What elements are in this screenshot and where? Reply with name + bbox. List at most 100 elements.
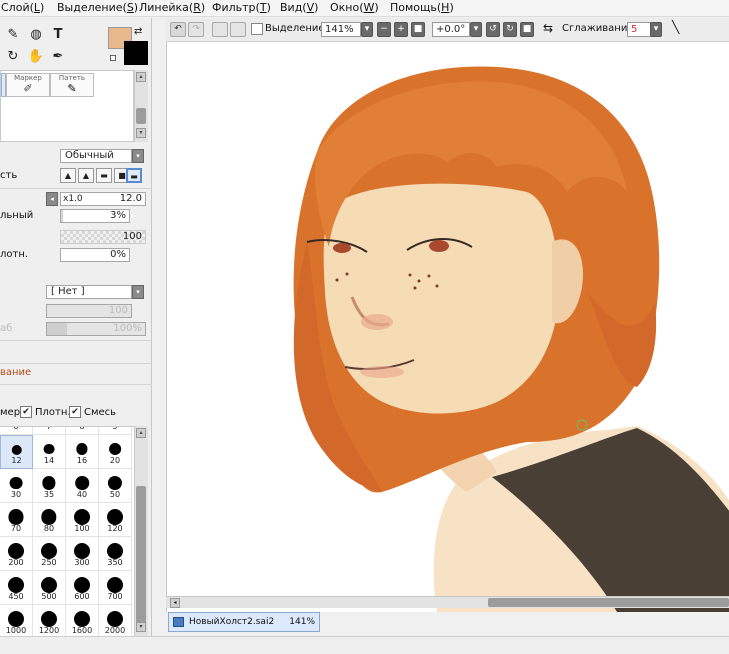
zoom-in-button[interactable]: + <box>394 22 408 37</box>
zoom-dropdown-icon[interactable]: ▾ <box>361 22 373 37</box>
rotate-view-icon[interactable]: ↻ <box>4 48 22 66</box>
undo-icon[interactable]: ↶ <box>170 22 186 37</box>
shape-soft-button[interactable]: ▬ <box>96 168 112 183</box>
brush-size-16[interactable]: 16 <box>66 435 99 469</box>
brush-size-250[interactable]: 250 <box>33 537 66 571</box>
rotation-dropdown-icon[interactable]: ▾ <box>470 22 482 37</box>
scroll-down-icon[interactable]: ▾ <box>136 622 146 632</box>
rotate-reset-button[interactable]: ■ <box>520 22 534 37</box>
advanced-settings-label[interactable]: вание <box>0 367 31 378</box>
brush-size-50[interactable]: 50 <box>99 469 132 503</box>
zoom-reset-button[interactable]: ■ <box>411 22 425 37</box>
rotation-field[interactable]: +0.0° <box>432 22 470 37</box>
texture-strength-slider[interactable]: 100 <box>46 304 132 318</box>
brush-size-label: 8 <box>79 426 85 431</box>
brush-size-300[interactable]: 300 <box>66 537 99 571</box>
brush-size-35[interactable]: 35 <box>33 469 66 503</box>
swap-colors-icon[interactable]: ⇄ <box>134 26 142 37</box>
menu-bar: Слой(L) Выделение(S) Линейка(R) Фильтр(T… <box>0 0 729 17</box>
menu-ruler[interactable]: Линейка(R) <box>139 1 205 14</box>
drawing-canvas[interactable] <box>166 42 729 612</box>
brush-size-20[interactable]: 20 <box>99 435 132 469</box>
brush-size-1200[interactable]: 1200 <box>33 605 66 636</box>
menu-view[interactable]: Вид(V) <box>280 1 318 14</box>
brush-size-30[interactable]: 30 <box>0 469 33 503</box>
rotate-cw-icon[interactable]: ↻ <box>503 22 517 37</box>
smoothing-dropdown-icon[interactable]: ▾ <box>650 22 662 37</box>
scroll-up-icon[interactable]: ▴ <box>136 428 146 438</box>
shape-hard-button[interactable]: ▲ <box>60 168 76 183</box>
texture-select[interactable]: [ Нет ] <box>46 285 132 299</box>
brush-size-8[interactable]: 8 <box>66 426 99 435</box>
pen-pressure-icon[interactable]: ╲ <box>672 20 679 34</box>
smoothing-label: Сглаживание <box>562 23 634 34</box>
zoom-out-button[interactable]: − <box>377 22 391 37</box>
text-tool-icon[interactable]: T <box>49 26 67 44</box>
menu-window[interactable]: Окно(W) <box>330 1 379 14</box>
brush-size-450[interactable]: 450 <box>0 571 33 605</box>
bucket-icon[interactable]: ◍ <box>27 26 45 44</box>
rotate-ccw-icon[interactable]: ↺ <box>486 22 500 37</box>
menu-layer[interactable]: Слой(L) <box>1 1 44 14</box>
sub-color-swatch[interactable] <box>124 41 148 65</box>
brush-size-14[interactable]: 14 <box>33 435 66 469</box>
brush-size-500[interactable]: 500 <box>33 571 66 605</box>
texture-dropdown-icon[interactable]: ▾ <box>132 285 144 299</box>
menu-filter[interactable]: Фильтр(T) <box>212 1 271 14</box>
reset-colors-icon[interactable] <box>110 55 116 61</box>
blend-mode-dropdown-icon[interactable]: ▾ <box>132 149 144 163</box>
brush-size-2000[interactable]: 2000 <box>99 605 132 636</box>
brush-size-200[interactable]: 200 <box>0 537 33 571</box>
invert-selection-button[interactable] <box>230 22 246 37</box>
scroll-thumb[interactable] <box>136 108 146 124</box>
brush-size-100[interactable]: 100 <box>66 503 99 537</box>
brush-size-8[interactable]: 8 <box>0 427 33 435</box>
brush-slot-pencil[interactable]: Патеть ✎ <box>50 73 94 97</box>
scroll-down-icon[interactable]: ▾ <box>136 128 146 138</box>
scroll-thumb[interactable] <box>136 486 146 626</box>
selection-checkbox[interactable] <box>251 23 263 35</box>
texture-scale-slider[interactable]: 100% <box>46 322 146 336</box>
brush-size-1000[interactable]: 1000 <box>0 605 33 636</box>
brush-slot-marker[interactable]: Маркер ✐ <box>6 73 50 97</box>
canvas-horizontal-scrollbar[interactable]: ◂ <box>166 596 729 608</box>
brush-size-1600[interactable]: 1600 <box>66 605 99 636</box>
deselect-button[interactable] <box>212 22 228 37</box>
document-tab[interactable]: НовыйХолст2.sai2 141% <box>168 612 320 632</box>
eyedropper-icon[interactable]: ✒ <box>49 48 67 66</box>
size-dropdown-icon[interactable]: ◂ <box>46 192 58 206</box>
density-slider[interactable]: 100 <box>60 230 146 244</box>
scroll-up-icon[interactable]: ▴ <box>136 72 146 82</box>
brush-size-field[interactable]: x1.0 12.0 <box>60 192 146 206</box>
brush-size-7[interactable]: 7 <box>33 427 66 435</box>
menu-selection[interactable]: Выделение(S) <box>57 1 138 14</box>
size-grid-scrollbar[interactable]: ▴ ▾ <box>134 426 148 636</box>
flip-icon[interactable]: ⇆ <box>543 21 553 35</box>
redo-icon[interactable]: ↷ <box>188 22 204 37</box>
smoothing-field[interactable]: 5 <box>627 22 651 37</box>
brush-size-12[interactable]: 12 <box>0 435 33 469</box>
shape-medium-button[interactable]: ▲ <box>78 168 94 183</box>
brush-grid-scrollbar[interactable]: ▴ ▾ <box>134 70 148 142</box>
zoom-field[interactable]: 141% <box>321 22 361 37</box>
pen-icon[interactable]: ✎ <box>4 26 22 44</box>
brush-size-70[interactable]: 70 <box>0 503 33 537</box>
brush-size-40[interactable]: 40 <box>66 469 99 503</box>
brush-size-600[interactable]: 600 <box>66 571 99 605</box>
density-pressure-checkbox[interactable]: ✔ <box>69 406 81 418</box>
size-pressure-checkbox[interactable]: ✔ <box>20 406 32 418</box>
brush-size-9[interactable]: 9 <box>99 427 132 435</box>
texture-row: [ Нет ] ▾ <box>0 283 152 301</box>
brush-size-80[interactable]: 80 <box>33 503 66 537</box>
scroll-left-icon[interactable]: ◂ <box>170 598 180 608</box>
brush-size-350[interactable]: 350 <box>99 537 132 571</box>
hand-icon[interactable]: ✋ <box>27 48 45 66</box>
min-density-slider[interactable]: 0% <box>60 248 130 262</box>
scroll-thumb[interactable] <box>488 598 729 607</box>
min-size-slider[interactable]: 3% <box>60 209 130 223</box>
shape-square-button[interactable]: ▬ <box>126 168 142 183</box>
menu-help[interactable]: Помощь(H) <box>390 1 454 14</box>
blend-mode-select[interactable]: Обычный <box>60 149 132 163</box>
brush-size-700[interactable]: 700 <box>99 571 132 605</box>
brush-size-120[interactable]: 120 <box>99 503 132 537</box>
